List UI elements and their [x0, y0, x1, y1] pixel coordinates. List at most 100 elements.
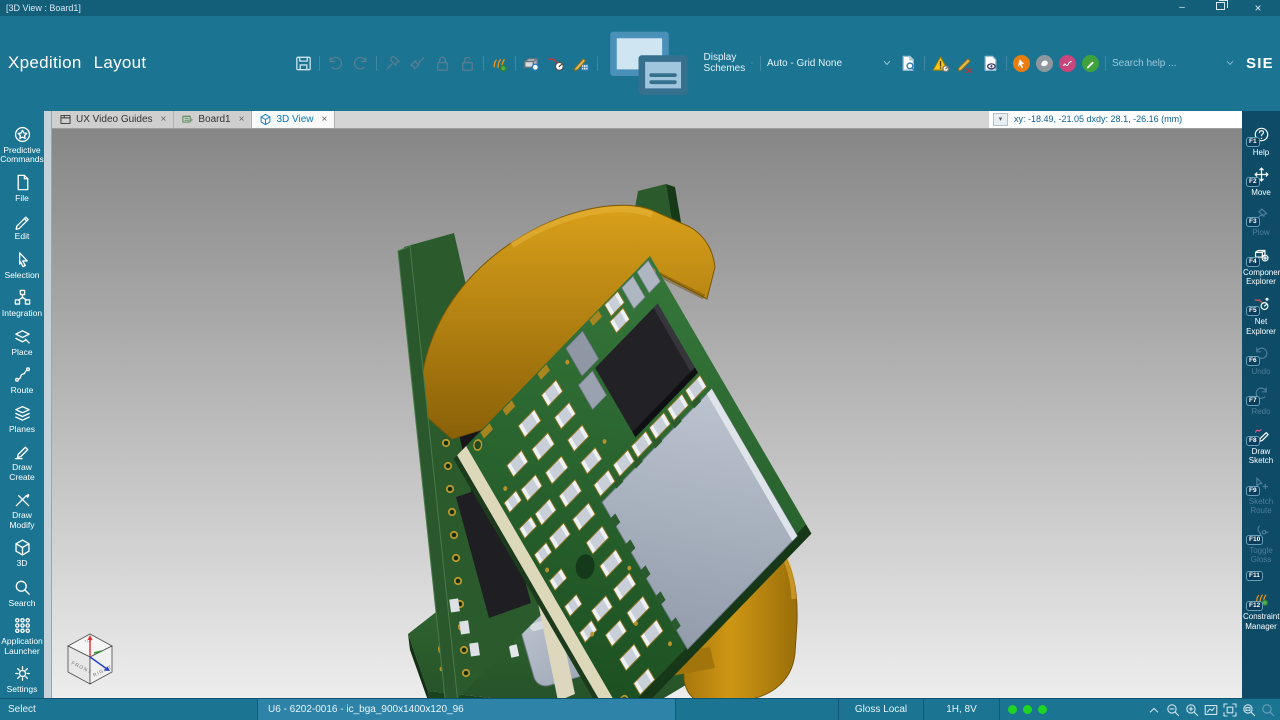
sidebar-item-file[interactable]: File — [0, 169, 44, 207]
close-tab-icon[interactable]: × — [161, 114, 167, 125]
sidebar-item-label: Planes — [9, 425, 35, 435]
close-button[interactable]: × — [1252, 1, 1264, 15]
chevron-down-icon — [881, 57, 893, 69]
toolbar-separator — [1006, 56, 1007, 71]
sidebar-item-draw-create[interactable]: Draw Create — [0, 438, 44, 485]
fkey-badge: F7 — [1246, 396, 1260, 406]
sidebar-item-search[interactable]: Search — [0, 574, 44, 612]
gear-icon — [13, 664, 32, 683]
pin-side-button[interactable] — [408, 54, 427, 73]
zoom-area-button[interactable] — [1241, 702, 1257, 718]
fit-all-button[interactable] — [1222, 702, 1238, 718]
shortcut-f10-toggle-gloss[interactable]: F10Toggle Gloss — [1242, 521, 1280, 568]
sidebar-item-predictive-commands[interactable]: Predictive Commands — [0, 121, 44, 168]
sidebar-item-label: Place — [11, 348, 32, 358]
sidebar-item-settings[interactable]: Settings — [0, 660, 44, 698]
shortcut-label: Undo — [1251, 367, 1270, 376]
minimize-button[interactable]: – — [1176, 1, 1188, 15]
tab-board1[interactable]: Board1 × — [174, 111, 252, 128]
shortcut-f4-component-explorer[interactable]: F4Component Explorer — [1242, 243, 1280, 290]
shortcut-f12-constraint-manager[interactable]: F12Constraint Manager — [1242, 587, 1280, 634]
place-mode-button[interactable] — [1036, 55, 1053, 72]
lock-button[interactable] — [433, 54, 452, 73]
sidebar-item-label: Draw Create — [0, 463, 44, 482]
close-tab-icon[interactable]: × — [239, 114, 245, 125]
hazard-highlight-button[interactable] — [490, 54, 509, 73]
winicon — [59, 113, 72, 126]
component-package-button[interactable] — [522, 54, 541, 73]
save-button[interactable] — [294, 54, 313, 73]
chevron-down-icon — [1224, 57, 1236, 69]
search-help-input[interactable]: Search help ... — [1112, 58, 1220, 69]
pcb-3d-viewport[interactable]: FRONT RIGHT TOP — [52, 129, 1242, 698]
restore-button[interactable] — [1214, 1, 1226, 15]
shortcut-f8-draw-sketch[interactable]: F8Draw Sketch — [1242, 422, 1280, 469]
fkey-badge: F5 — [1246, 306, 1260, 316]
shortcut-label: Toggle Gloss — [1243, 546, 1279, 564]
shortcut-f1-help[interactable]: F1Help — [1242, 123, 1280, 161]
status-indicator-dot — [1008, 705, 1017, 714]
zoom-in-button[interactable] — [1184, 702, 1200, 718]
shortcut-f5-net-explorer[interactable]: F5Net Explorer — [1242, 292, 1280, 339]
tab-3d-view[interactable]: 3D View× — [252, 111, 335, 128]
view-orientation-cube[interactable]: FRONT RIGHT TOP — [58, 626, 122, 688]
display-schemes-dropdown[interactable]: Display Schemes — [604, 16, 754, 111]
shortcut-f6-undo[interactable]: F6Undo — [1242, 342, 1280, 380]
sidebar-item-draw-modify[interactable]: Draw Modify — [0, 486, 44, 533]
edit-check-button[interactable] — [956, 54, 975, 73]
close-tab-icon[interactable]: × — [322, 114, 328, 125]
grid-dropdown-label: Auto - Grid None — [767, 58, 876, 69]
undo-button[interactable] — [326, 54, 345, 73]
redo-button[interactable] — [351, 54, 370, 73]
toolbar-separator — [760, 56, 761, 71]
shortcut-f2-move[interactable]: F2Move — [1242, 163, 1280, 201]
shortcut-f11[interactable]: F11 — [1242, 570, 1280, 585]
sidebar-item-route[interactable]: Route — [0, 361, 44, 399]
fkey-badge: F10 — [1246, 535, 1263, 545]
coordinate-dropdown[interactable]: ▾ — [993, 113, 1008, 126]
document-review-button[interactable] — [981, 54, 1000, 73]
tab-ux-video-guides[interactable]: UX Video Guides× — [52, 111, 174, 128]
draw-mode-button[interactable] — [1082, 55, 1099, 72]
mag-icon — [13, 578, 32, 597]
sidebar-item-3d[interactable]: 3D — [0, 534, 44, 572]
shortcut-f9-sketch-route[interactable]: F9Sketch Route — [1242, 472, 1280, 519]
zoom-previous-button[interactable] — [1260, 702, 1276, 718]
probe-button[interactable] — [547, 54, 566, 73]
display-schemes-dropdown-label: Display Schemes — [704, 52, 746, 74]
tab-label: Board1 — [198, 114, 230, 125]
shortcut-f7-redo[interactable]: F7Redo — [1242, 382, 1280, 420]
grid-dropdown[interactable]: Auto - Grid None — [767, 57, 893, 69]
panel-splitter[interactable] — [44, 111, 52, 698]
file-icon — [13, 173, 32, 192]
status-gloss: Gloss Local — [838, 699, 924, 720]
fit-board-button[interactable] — [1203, 702, 1219, 718]
fkey-badge: F3 — [1246, 217, 1260, 227]
boardicon — [181, 113, 194, 126]
statusbar-expand-chevron[interactable] — [1146, 702, 1162, 718]
sidebar-item-selection[interactable]: Selection — [0, 246, 44, 284]
sidebar-item-planes[interactable]: Planes — [0, 400, 44, 438]
sidebar-item-place[interactable]: Place — [0, 323, 44, 361]
sidebar-item-label: 3D — [17, 559, 28, 569]
fkey-badge: F4 — [1246, 257, 1260, 267]
shortcut-label: Help — [1253, 148, 1269, 157]
annotate-button[interactable] — [572, 54, 591, 73]
route-mode-button[interactable] — [1059, 55, 1076, 72]
shortcut-label: Draw Sketch — [1243, 447, 1279, 465]
sidebar-item-application-launcher[interactable]: Application Launcher — [0, 612, 44, 659]
select-mode-button[interactable] — [1013, 55, 1030, 72]
pin-button[interactable] — [383, 54, 402, 73]
drc-warning-button[interactable] — [931, 54, 950, 73]
zoom-out-button[interactable] — [1165, 702, 1181, 718]
report-button[interactable] — [899, 54, 918, 73]
status-mode: Select — [0, 699, 258, 720]
grid9-icon — [13, 616, 32, 635]
sidebar-item-integration[interactable]: Integration — [0, 284, 44, 322]
shortcut-label: Move — [1251, 188, 1271, 197]
shortcut-f3-plow[interactable]: F3Plow — [1242, 203, 1280, 241]
chevron-down-icon — [750, 57, 754, 69]
sidebar-item-edit[interactable]: Edit — [0, 207, 44, 245]
toolbar-separator — [597, 56, 598, 71]
unlock-button[interactable] — [458, 54, 477, 73]
